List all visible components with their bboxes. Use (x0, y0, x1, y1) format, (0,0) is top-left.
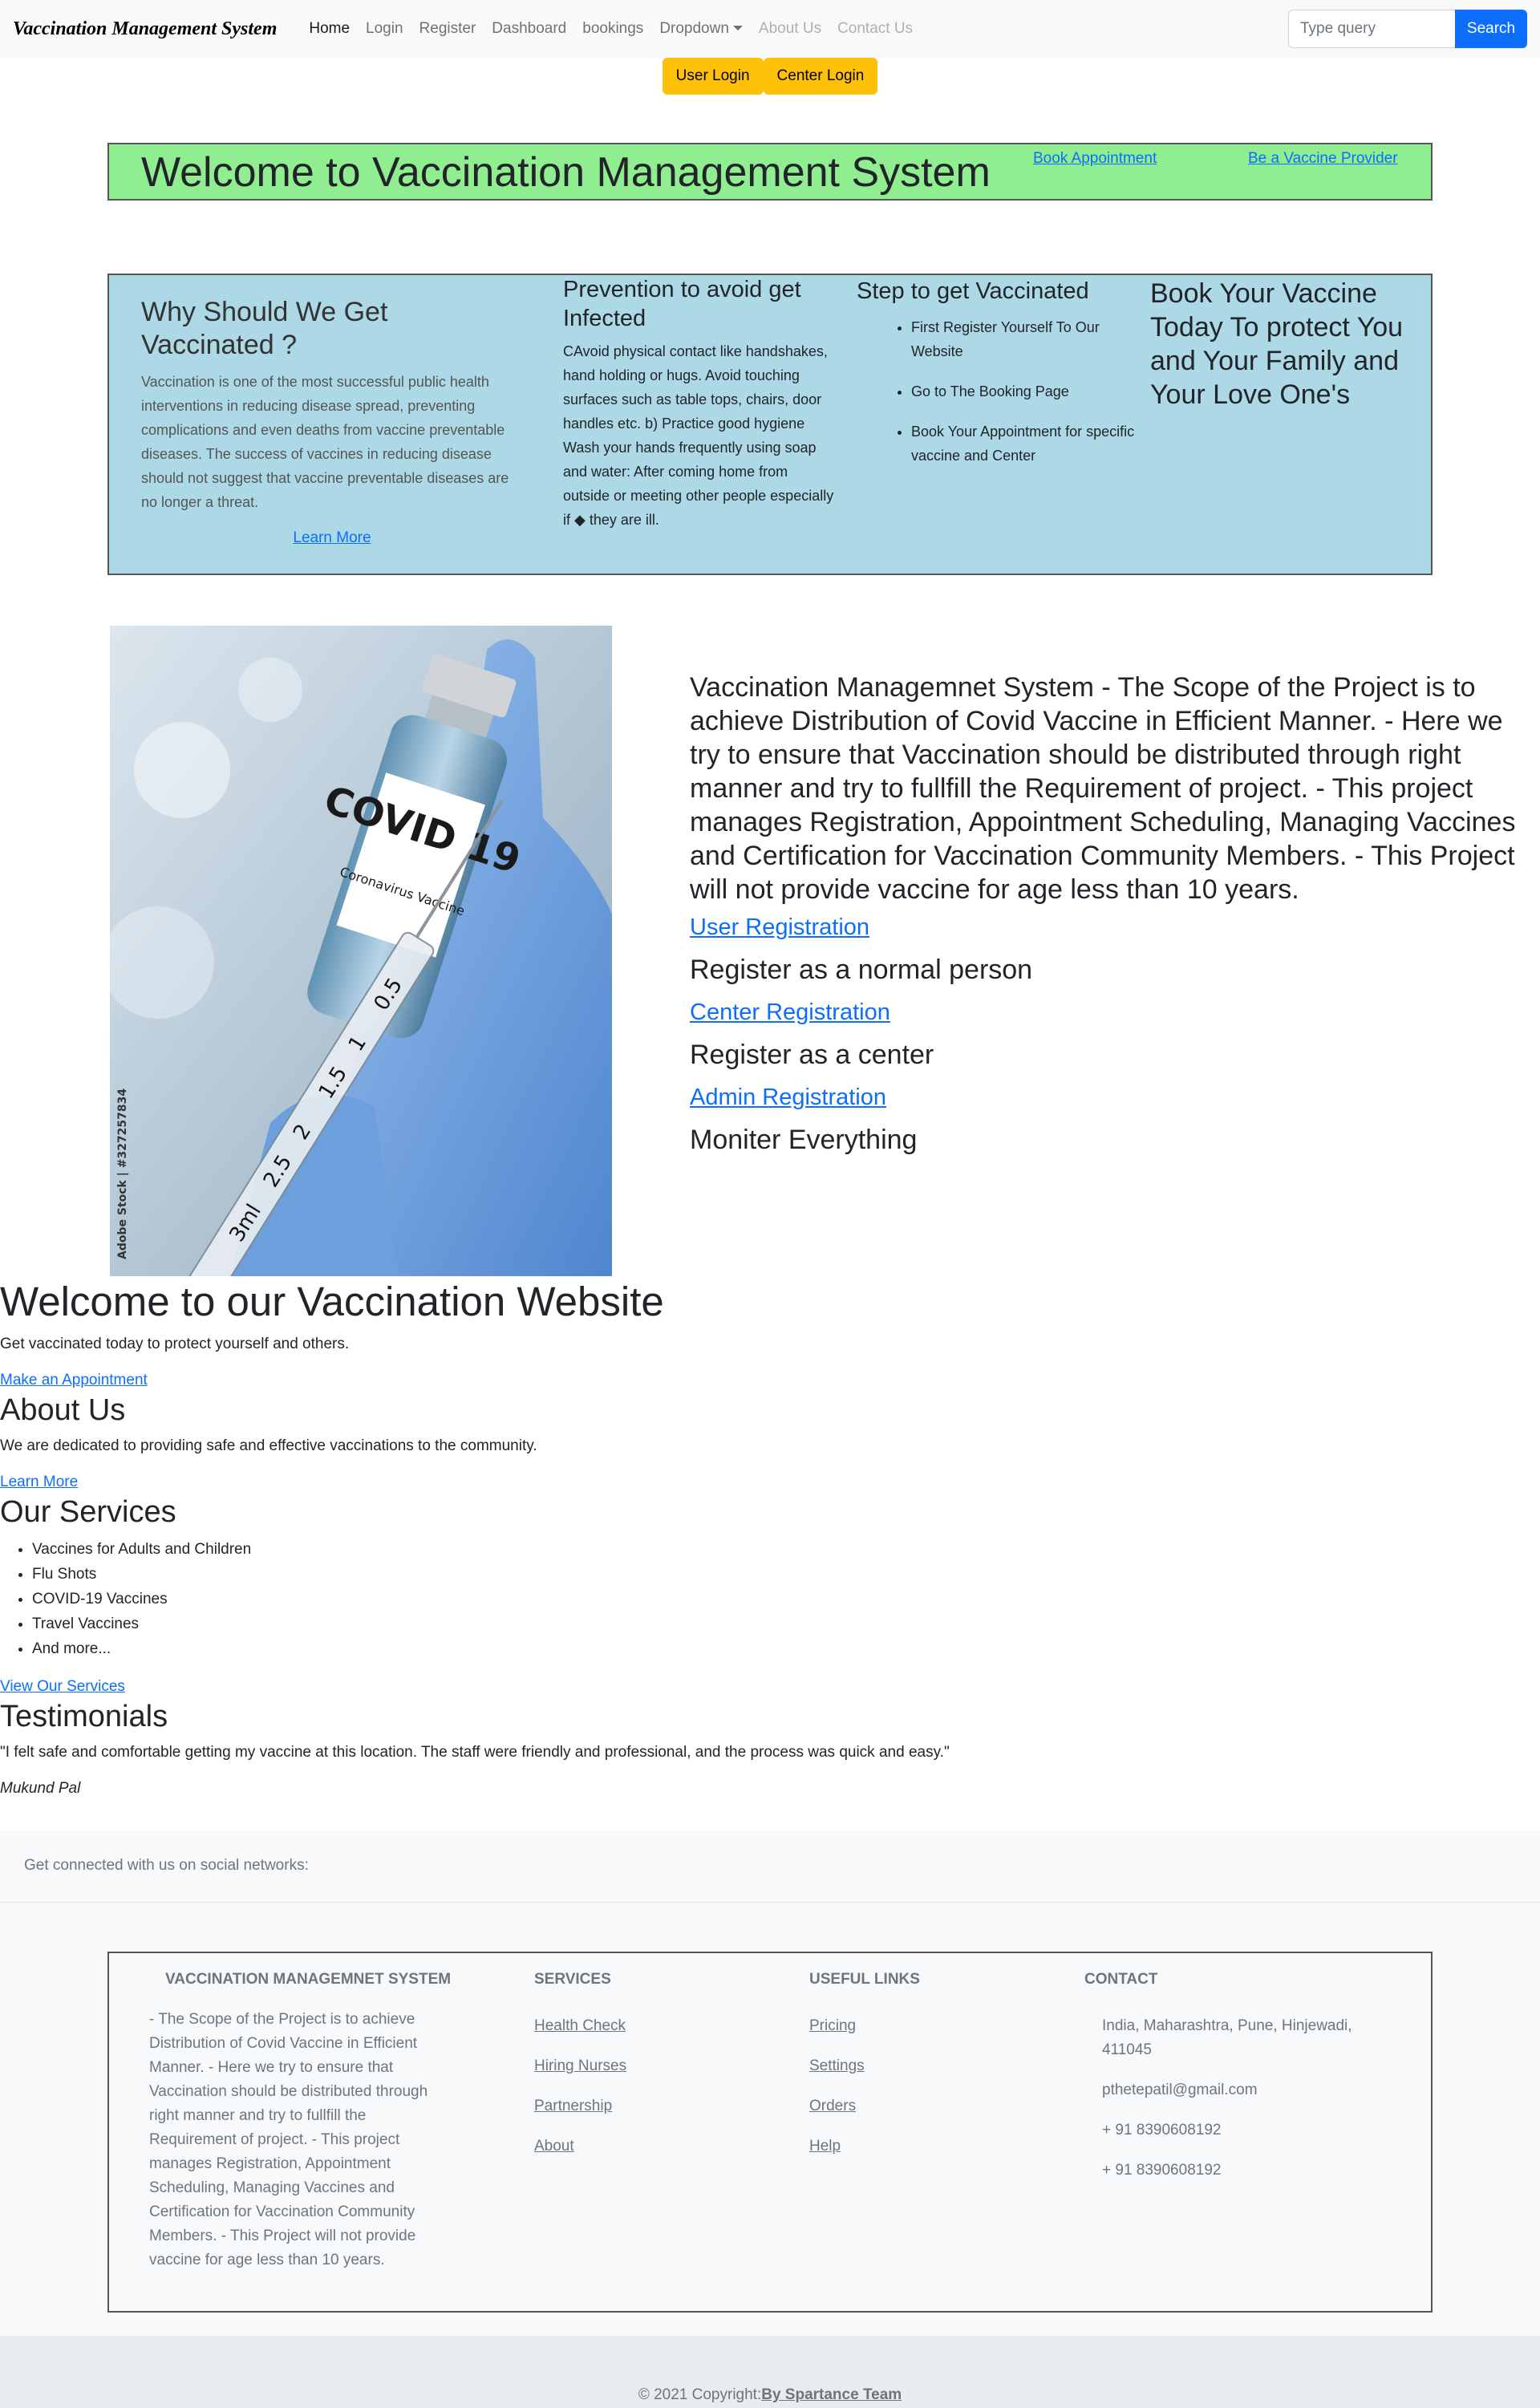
footer-useful-link[interactable]: Settings (809, 2054, 920, 2078)
contact-email: pthetepatil@gmail.com (1102, 2082, 1258, 2098)
copyright-text: © 2021 Copyright:By Spartance Team (638, 2360, 902, 2407)
center-registration-desc: Register as a center (690, 1040, 934, 1070)
testimonial-author: Mukund Pal (0, 1780, 81, 1797)
footer-links-title: Useful links (809, 1971, 920, 1988)
social-text: Get connected with us on social networks… (24, 1857, 309, 1874)
center-login-button[interactable]: Center Login (763, 58, 878, 95)
vaccine-provider-link[interactable]: Be a Vaccine Provider (1248, 148, 1398, 171)
contact-phone: + 91 8390608192 (1102, 2162, 1222, 2179)
footer-contact-column: Contact India, Maharashtra, Pune, Hinjew… (1084, 1969, 1389, 2199)
user-registration-link[interactable]: User Registration (690, 913, 1524, 942)
step-item: First Register Yourself To Our Website (911, 315, 1137, 363)
vaccine-illustration: COVID 19 Coronavirus Vaccine 3ml 2.5 2 1… (110, 626, 612, 1276)
why-vaccinated-column: Why Should We Get Vaccinated ? Vaccinati… (141, 296, 523, 549)
info-panel: Why Should We Get Vaccinated ? Vaccinati… (107, 274, 1433, 575)
footer-service-link[interactable]: Health Check (534, 2014, 626, 2038)
testimonial-quote: "I felt safe and comfortable getting my … (0, 1744, 950, 1761)
service-item: Travel Vaccines (32, 1611, 1540, 1636)
vaccine-image: COVID 19 Coronavirus Vaccine 3ml 2.5 2 1… (110, 626, 612, 1276)
login-buttons: User Login Center Login (0, 58, 1540, 95)
nav-home[interactable]: Home (301, 18, 358, 41)
brand-logo[interactable]: Vaccination Management System (13, 14, 277, 43)
footer-useful-link[interactable]: Pricing (809, 2014, 920, 2038)
center-registration-link[interactable]: Center Registration (690, 998, 1524, 1027)
nav-login[interactable]: Login (358, 18, 411, 41)
steps-title: Step to get Vaccinated (857, 278, 1089, 304)
contact-phone: + 91 8390608192 (1102, 2122, 1222, 2138)
nav-links: Home Login Register Dashboard bookings D… (301, 18, 921, 41)
make-appointment-link[interactable]: Make an Appointment (0, 1369, 148, 1392)
footer-service-link[interactable]: Partnership (534, 2094, 626, 2118)
services-list: Vaccines for Adults and Children Flu Sho… (0, 1537, 1540, 1661)
welcome-website-text: Get vaccinated today to protect yourself… (0, 1336, 350, 1352)
prevention-column: Prevention to avoid get Infected CAvoid … (563, 275, 836, 532)
book-vaccine-title: Book Your Vaccine Today To protect You a… (1150, 278, 1404, 410)
about-us-title: About Us (0, 1393, 126, 1427)
nav-dashboard[interactable]: Dashboard (484, 18, 574, 41)
footer-useful-link[interactable]: Orders (809, 2094, 920, 2118)
contact-address: India, Maharashtra, Pune, Hinjewadi, 411… (1102, 2017, 1352, 2058)
user-login-button[interactable]: User Login (662, 58, 764, 95)
footer-links-column: Useful links Pricing Settings Orders Hel… (809, 1969, 920, 2175)
step-item: Go to The Booking Page (911, 379, 1137, 403)
search-button[interactable]: Search (1455, 10, 1527, 48)
admin-registration-link[interactable]: Admin Registration (690, 1083, 1524, 1112)
welcome-banner: Welcome to Vaccination Management System… (107, 143, 1433, 201)
copyright-link[interactable]: By Spartance Team (761, 2386, 902, 2403)
footer-service-link[interactable]: About (534, 2134, 626, 2159)
prevention-title: Prevention to avoid get Infected (563, 277, 801, 331)
image-watermark: Adobe Stock | #327257834 (116, 1088, 129, 1259)
prevention-text: CAvoid physical contact like handshakes,… (563, 343, 834, 528)
welcome-website-title: Welcome to our Vaccination Website (0, 1279, 664, 1324)
learn-more-link[interactable]: Learn More (141, 527, 523, 550)
our-services-title: Our Services (0, 1495, 176, 1529)
nav-dropdown[interactable]: Dropdown (651, 18, 751, 41)
book-appointment-link[interactable]: Book Appointment (1033, 148, 1157, 171)
project-scope-section: Vaccination Managemnet System - The Scop… (690, 671, 1524, 1168)
footer-contact-title: Contact (1084, 1971, 1158, 1988)
why-vaccinated-title: Why Should We Get Vaccinated ? (141, 297, 388, 360)
footer-services-column: Services Health Check Hiring Nurses Part… (534, 1969, 626, 2175)
user-registration-desc: Register as a normal person (690, 955, 1033, 985)
search-form: Search (1288, 10, 1527, 48)
service-item: Flu Shots (32, 1562, 1540, 1587)
footer-useful-link[interactable]: Help (809, 2134, 920, 2159)
banner-title: Welcome to Vaccination Management System (141, 149, 991, 196)
about-us-text: We are dedicated to providing safe and e… (0, 1437, 537, 1454)
testimonials-title: Testimonials (0, 1700, 168, 1733)
service-item: And more... (32, 1636, 1540, 1661)
nav-bookings[interactable]: bookings (574, 18, 651, 41)
service-item: Vaccines for Adults and Children (32, 1537, 1540, 1562)
nav-dropdown-label: Dropdown (659, 19, 729, 37)
lower-content: Welcome to our Vaccination Website Get v… (0, 1277, 1540, 1800)
footer-service-link[interactable]: Hiring Nurses (534, 2054, 626, 2078)
copyright-label: © 2021 Copyright: (638, 2386, 762, 2403)
social-bar: Get connected with us on social networks… (0, 1830, 1540, 1903)
footer-about-title: Vaccination Managemnet System (165, 1971, 452, 1988)
about-learn-more-link[interactable]: Learn More (0, 1471, 78, 1494)
search-input[interactable] (1288, 10, 1455, 48)
footer: Vaccination Managemnet System - The Scop… (0, 1903, 1540, 2336)
nav-contact-us: Contact Us (837, 19, 914, 37)
steps-column: Step to get Vaccinated First Register Yo… (857, 275, 1137, 484)
steps-list: First Register Yourself To Our Website G… (857, 315, 1137, 468)
copyright-bar: © 2021 Copyright:By Spartance Team (0, 2336, 1540, 2408)
top-navbar: Vaccination Management System Home Login… (0, 0, 1540, 58)
book-vaccine-column: Book Your Vaccine Today To protect You a… (1150, 277, 1423, 411)
step-item: Book Your Appointment for specific vacci… (911, 420, 1137, 468)
footer-box: Vaccination Managemnet System - The Scop… (107, 1952, 1433, 2313)
nav-about-us: About Us (758, 19, 822, 37)
why-vaccinated-text: Vaccination is one of the most successfu… (141, 373, 509, 510)
view-services-link[interactable]: View Our Services (0, 1676, 125, 1698)
nav-register[interactable]: Register (411, 18, 484, 41)
caret-down-icon (732, 25, 743, 30)
service-item: COVID-19 Vaccines (32, 1587, 1540, 1611)
admin-registration-desc: Moniter Everything (690, 1125, 918, 1155)
project-scope-text: Vaccination Managemnet System - The Scop… (690, 672, 1516, 905)
footer-about-column: Vaccination Managemnet System - The Scop… (149, 1969, 454, 2272)
footer-about-text: - The Scope of the Project is to achieve… (149, 2011, 428, 2268)
footer-services-title: Services (534, 1971, 611, 1988)
